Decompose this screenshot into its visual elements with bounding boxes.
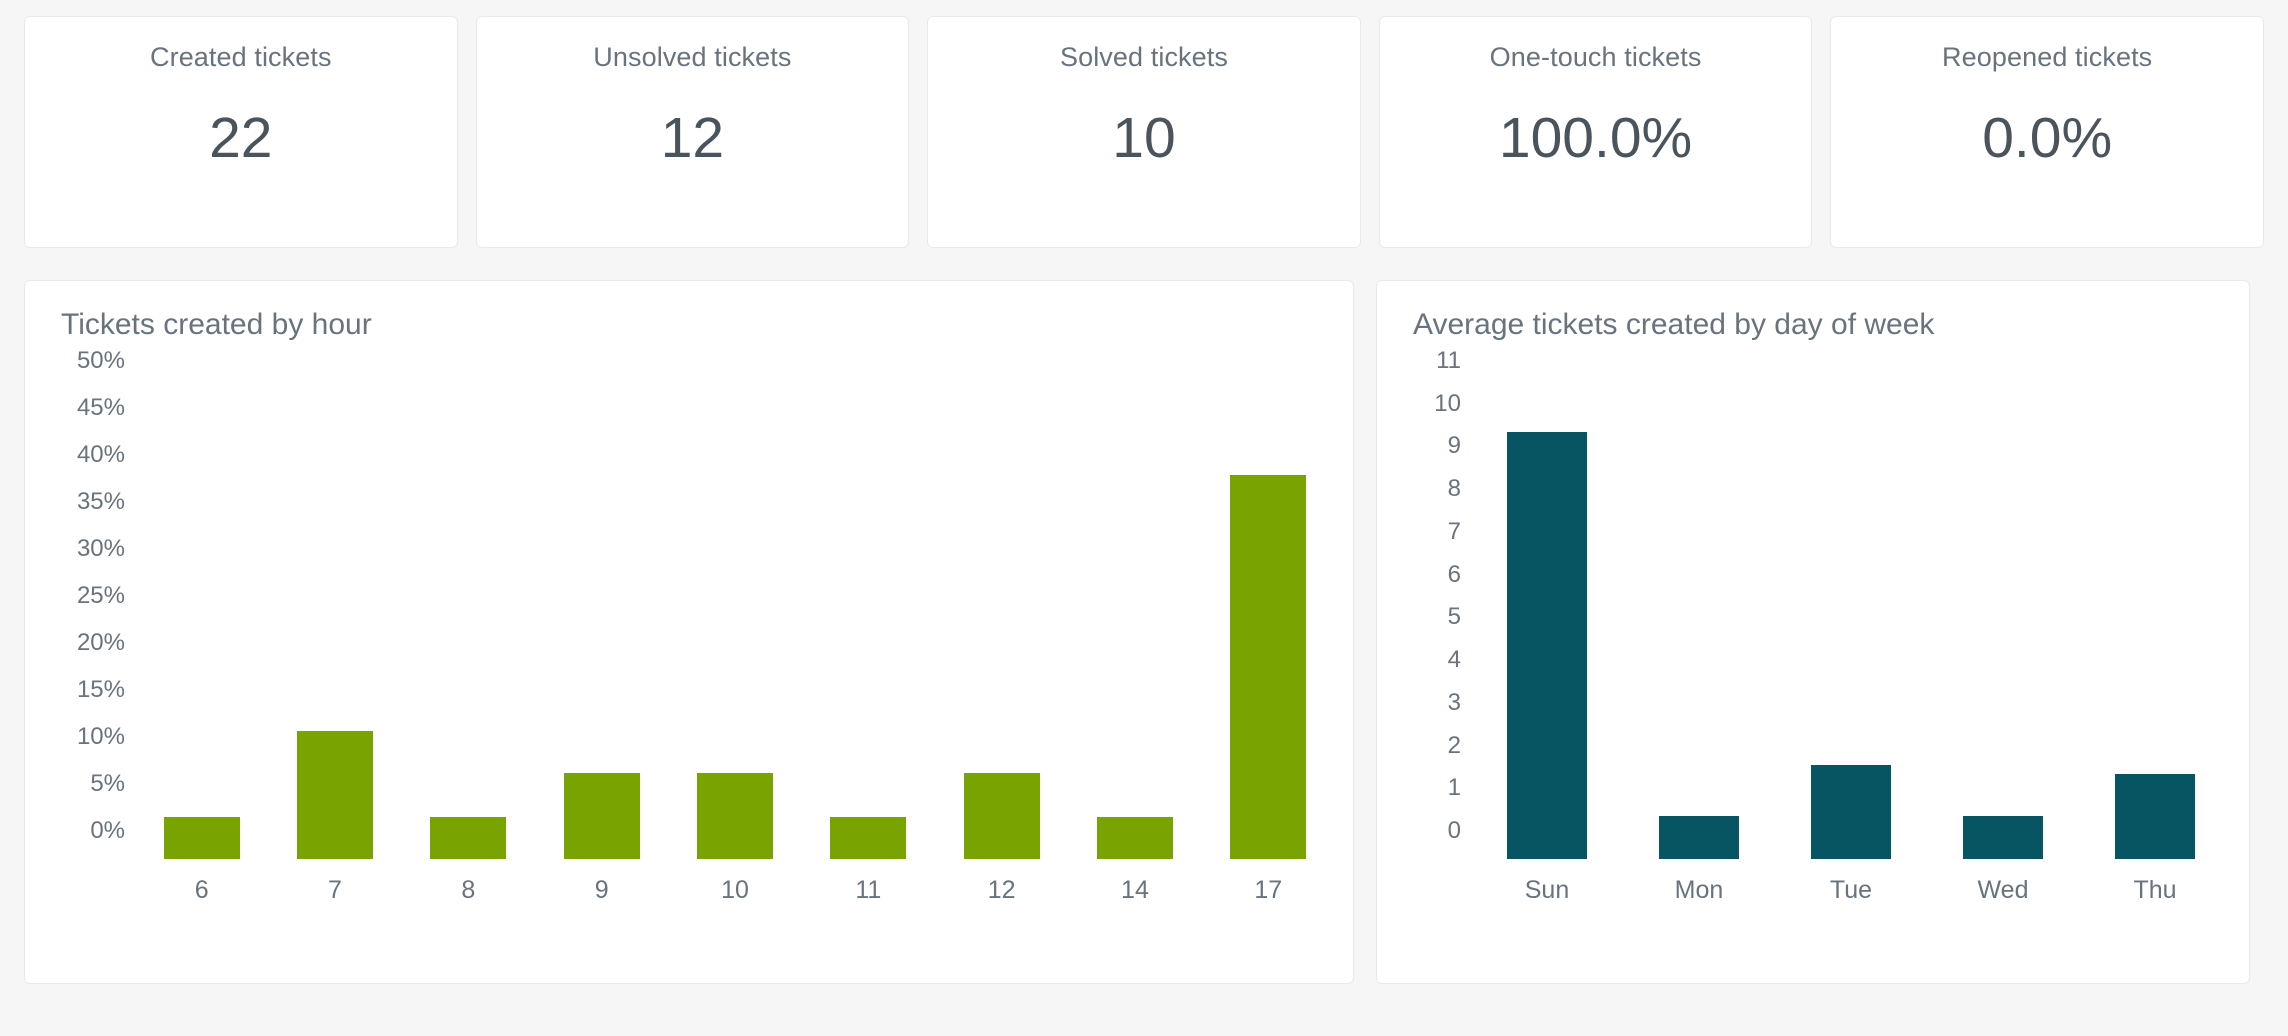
y-axis-tick-label: 2 bbox=[1447, 731, 1461, 759]
bar[interactable] bbox=[430, 816, 507, 859]
kpi-card-unsolved-tickets[interactable]: Unsolved tickets 12 bbox=[475, 16, 910, 248]
y-axis-tick-label: 20% bbox=[76, 629, 125, 656]
bar-slot: Mon bbox=[1623, 389, 1775, 904]
y-axis-tick-label: 9 bbox=[1447, 432, 1461, 460]
chart-row: Tickets created by hour 0% 5% 10% 15% 20% 25%… bbox=[24, 280, 2264, 984]
bar[interactable] bbox=[563, 773, 640, 859]
bar[interactable] bbox=[1096, 816, 1173, 859]
bar-slot: 10 bbox=[668, 389, 801, 904]
y-axis-tick-label: 11 bbox=[1436, 347, 1461, 374]
x-axis-tick-label: Thu bbox=[2133, 876, 2177, 904]
kpi-value: 12 bbox=[660, 106, 725, 171]
y-axis-tick-label: 6 bbox=[1447, 560, 1461, 588]
kpi-label: Reopened tickets bbox=[1942, 42, 2153, 72]
x-axis-tick-label: Mon bbox=[1674, 876, 1724, 904]
y-axis-tick-label: 0% bbox=[90, 817, 125, 844]
y-axis-tick-label: 25% bbox=[76, 582, 125, 609]
bar-slot: 11 bbox=[802, 389, 935, 904]
kpi-label: Created tickets bbox=[150, 42, 332, 72]
bar-slot: 6 bbox=[135, 389, 268, 904]
bar[interactable] bbox=[1811, 765, 1891, 859]
y-axis-tick-label: 10% bbox=[76, 723, 125, 750]
y-axis-tick-label: 5 bbox=[1447, 603, 1461, 631]
bar[interactable] bbox=[2115, 773, 2195, 859]
chart-card-tickets-by-hour[interactable]: Tickets created by hour 0% 5% 10% 15% 20% 25%… bbox=[24, 280, 1354, 984]
kpi-card-solved-tickets[interactable]: Solved tickets 10 bbox=[927, 16, 1361, 248]
kpi-card-created-tickets[interactable]: Created tickets 22 bbox=[24, 16, 458, 248]
x-axis-tick-label: 6 bbox=[194, 876, 209, 904]
bar-slot: Tue bbox=[1775, 389, 1927, 904]
x-axis-tick-label: Wed bbox=[1977, 876, 2029, 904]
y-axis-tick-label: 30% bbox=[76, 535, 125, 562]
dashboard: Created tickets 22 Unsolved tickets 12 S… bbox=[0, 0, 2288, 1036]
bar[interactable] bbox=[296, 731, 373, 859]
y-axis-tick-label: 10 bbox=[1434, 389, 1461, 417]
bar[interactable] bbox=[830, 816, 907, 859]
bar-slot: 8 bbox=[402, 389, 535, 904]
bar-slot: 9 bbox=[535, 389, 668, 904]
bar[interactable] bbox=[696, 773, 773, 859]
x-axis-tick-label: 14 bbox=[1121, 876, 1149, 904]
kpi-card-one-touch-tickets[interactable]: One-touch tickets 100.0% bbox=[1378, 16, 1813, 248]
x-axis-tick-label: 9 bbox=[594, 876, 609, 904]
bar[interactable] bbox=[1659, 816, 1739, 859]
plot-area-tickets-by-day-of-week: 0 1 2 3 4 5 6 7 8 9 10 11 Sun Mon Tue Wed Thu bbox=[1395, 347, 2231, 904]
bar-slot: 14 bbox=[1068, 389, 1201, 904]
y-axis-tick-label: 5% bbox=[90, 770, 125, 797]
x-axis-tick-label: Tue bbox=[1829, 876, 1873, 904]
y-axis-tick-label: 0 bbox=[1447, 817, 1461, 844]
bar-slot: 7 bbox=[268, 389, 401, 904]
bar[interactable] bbox=[1230, 474, 1307, 859]
bar-group-tickets-by-hour: 6 7 8 9 10 11 12 14 17 bbox=[135, 389, 1335, 904]
bar[interactable] bbox=[163, 816, 240, 859]
y-axis-tick-label: 4 bbox=[1447, 646, 1461, 674]
x-axis-tick-label: 11 bbox=[855, 876, 882, 904]
y-axis-tick-label: 45% bbox=[76, 394, 125, 421]
kpi-label: Unsolved tickets bbox=[593, 42, 792, 72]
y-axis-tick-label: 3 bbox=[1447, 688, 1461, 716]
chart-title: Average tickets created by day of week bbox=[1413, 308, 1935, 341]
bar-slot: Wed bbox=[1927, 389, 2079, 904]
bar-group-tickets-by-day-of-week: Sun Mon Tue Wed Thu bbox=[1471, 389, 2231, 904]
x-axis-tick-label: 17 bbox=[1254, 876, 1283, 904]
bar[interactable] bbox=[1507, 431, 1587, 859]
x-axis-tick-label: 12 bbox=[987, 876, 1016, 904]
chart-title: Tickets created by hour bbox=[61, 308, 372, 341]
y-axis-tick-label: 1 bbox=[1447, 774, 1461, 802]
kpi-value: 0.0% bbox=[1982, 106, 2113, 171]
kpi-label: One-touch tickets bbox=[1489, 42, 1702, 72]
bar-slot: 17 bbox=[1202, 389, 1335, 904]
y-axis-tick-label: 50% bbox=[76, 347, 125, 374]
plot-area-tickets-by-hour: 0% 5% 10% 15% 20% 25% 30% 35% 40% 45% 50% 6 7 8 9 10 11… bbox=[43, 347, 1335, 904]
chart-card-tickets-by-day-of-week[interactable]: Average tickets created by day of week 0… bbox=[1376, 280, 2250, 984]
x-axis-tick-label: Sun bbox=[1524, 876, 1570, 904]
x-axis-tick-label: 7 bbox=[328, 876, 342, 904]
y-axis-tickets-by-day-of-week: 0 1 2 3 4 5 6 7 8 9 10 11 bbox=[1395, 347, 1471, 859]
kpi-value: 22 bbox=[209, 106, 273, 171]
y-axis-tick-label: 40% bbox=[76, 441, 125, 468]
bar[interactable] bbox=[963, 773, 1040, 859]
bar-slot: Sun bbox=[1471, 389, 1623, 904]
kpi-card-row: Created tickets 22 Unsolved tickets 12 S… bbox=[24, 16, 2264, 248]
kpi-value: 10 bbox=[1112, 106, 1176, 171]
bar-slot: Thu bbox=[2079, 389, 2231, 904]
y-axis-tick-label: 8 bbox=[1447, 475, 1461, 503]
x-axis-tick-label: 8 bbox=[461, 876, 476, 904]
x-axis-tick-label: 10 bbox=[721, 876, 749, 904]
kpi-label: Solved tickets bbox=[1059, 42, 1228, 72]
y-axis-tick-label: 15% bbox=[76, 676, 125, 703]
kpi-card-reopened-tickets[interactable]: Reopened tickets 0.0% bbox=[1830, 16, 2264, 248]
y-axis-tickets-by-hour: 0% 5% 10% 15% 20% 25% 30% 35% 40% 45% 50% bbox=[43, 347, 135, 859]
kpi-value: 100.0% bbox=[1498, 106, 1693, 171]
bar-slot: 12 bbox=[935, 389, 1068, 904]
bar[interactable] bbox=[1963, 816, 2043, 859]
y-axis-tick-label: 35% bbox=[76, 488, 125, 515]
y-axis-tick-label: 7 bbox=[1447, 517, 1461, 545]
